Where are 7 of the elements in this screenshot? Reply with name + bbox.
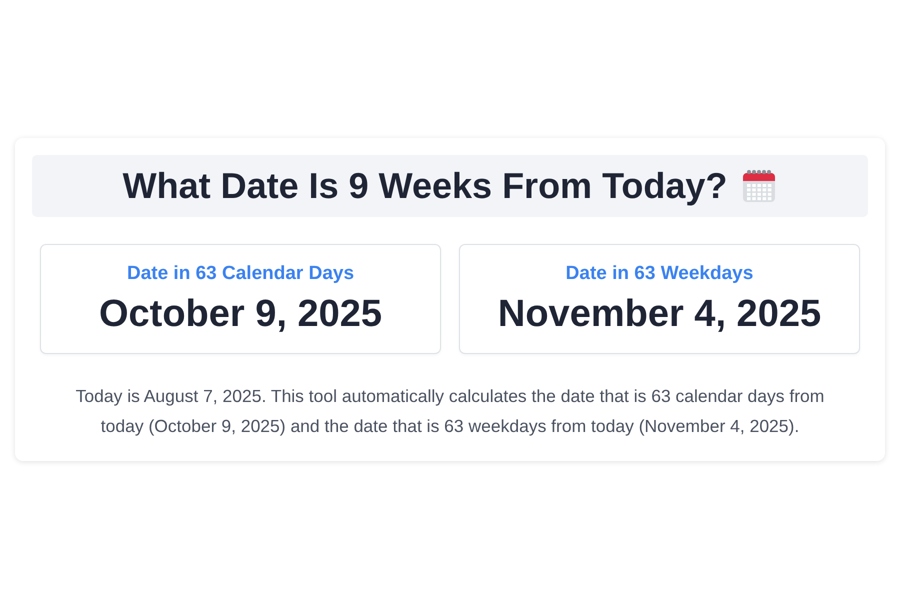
calendar-icon: [741, 168, 778, 204]
result-date: October 9, 2025: [98, 292, 382, 336]
result-label: Date in 63 Calendar Days: [126, 262, 354, 284]
description: Today is August 7, 2025. This tool automatically calculates the date that is 63 calendar days from today (October 9, 2025) and the date that is 63 weekdays from today (November 4, 2025).: [74, 385, 826, 438]
result-date: November 4, 2025: [498, 292, 822, 336]
result-label: Date in 63 Weekdays: [566, 262, 754, 284]
page-title: What Date Is 9 Weeks From Today?: [122, 165, 728, 207]
